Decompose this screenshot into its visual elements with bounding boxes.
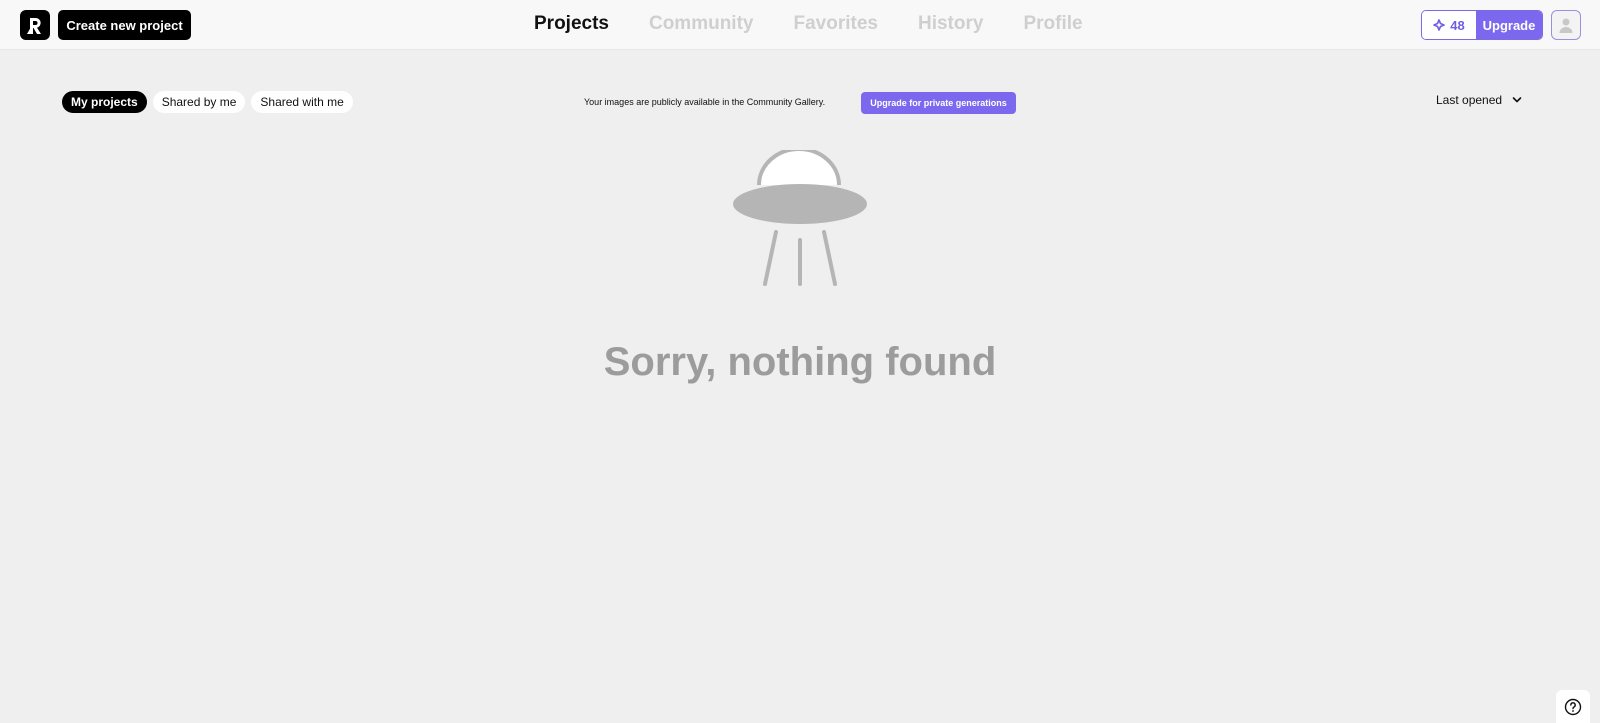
chevron-down-icon: [1512, 97, 1522, 103]
tab-shared-by-me[interactable]: Shared by me: [152, 91, 246, 113]
sort-selected-label: Last opened: [1436, 93, 1503, 107]
main-nav: Projects Community Favorites History Pro…: [534, 12, 1083, 36]
tab-shared-with-me[interactable]: Shared with me: [251, 91, 353, 113]
nav-projects[interactable]: Projects: [534, 12, 609, 36]
sparkle-diamond-icon: [1433, 19, 1446, 31]
credits-upgrade-group: 48 Upgrade: [1421, 10, 1543, 40]
help-button[interactable]: [1556, 690, 1590, 723]
credits-counter[interactable]: 48: [1422, 11, 1476, 39]
upgrade-private-generations-button[interactable]: Upgrade for private generations: [861, 92, 1016, 114]
avatar[interactable]: [1551, 10, 1581, 40]
nav-favorites[interactable]: Favorites: [793, 12, 877, 36]
create-new-project-button[interactable]: Create new project: [58, 10, 191, 40]
empty-state-message: Sorry, nothing found: [603, 340, 997, 384]
logo-r-icon: [27, 18, 41, 34]
credits-count: 48: [1450, 17, 1465, 33]
top-bar: Create new project Projects Community Fa…: [0, 0, 1600, 50]
ufo-icon: [733, 150, 867, 286]
upgrade-button[interactable]: Upgrade: [1476, 11, 1542, 39]
nav-community[interactable]: Community: [649, 12, 754, 36]
project-filter-tabs: My projects Shared by me Shared with me: [62, 91, 353, 113]
nav-profile[interactable]: Profile: [1023, 12, 1082, 36]
public-gallery-notice: Your images are publicly available in th…: [584, 97, 826, 107]
sort-dropdown[interactable]: Last opened: [1436, 93, 1522, 107]
tab-my-projects[interactable]: My projects: [62, 91, 147, 113]
question-circle-icon: [1564, 698, 1582, 715]
nav-history[interactable]: History: [918, 12, 983, 36]
app-logo[interactable]: [20, 10, 50, 40]
user-icon: [1559, 18, 1573, 33]
